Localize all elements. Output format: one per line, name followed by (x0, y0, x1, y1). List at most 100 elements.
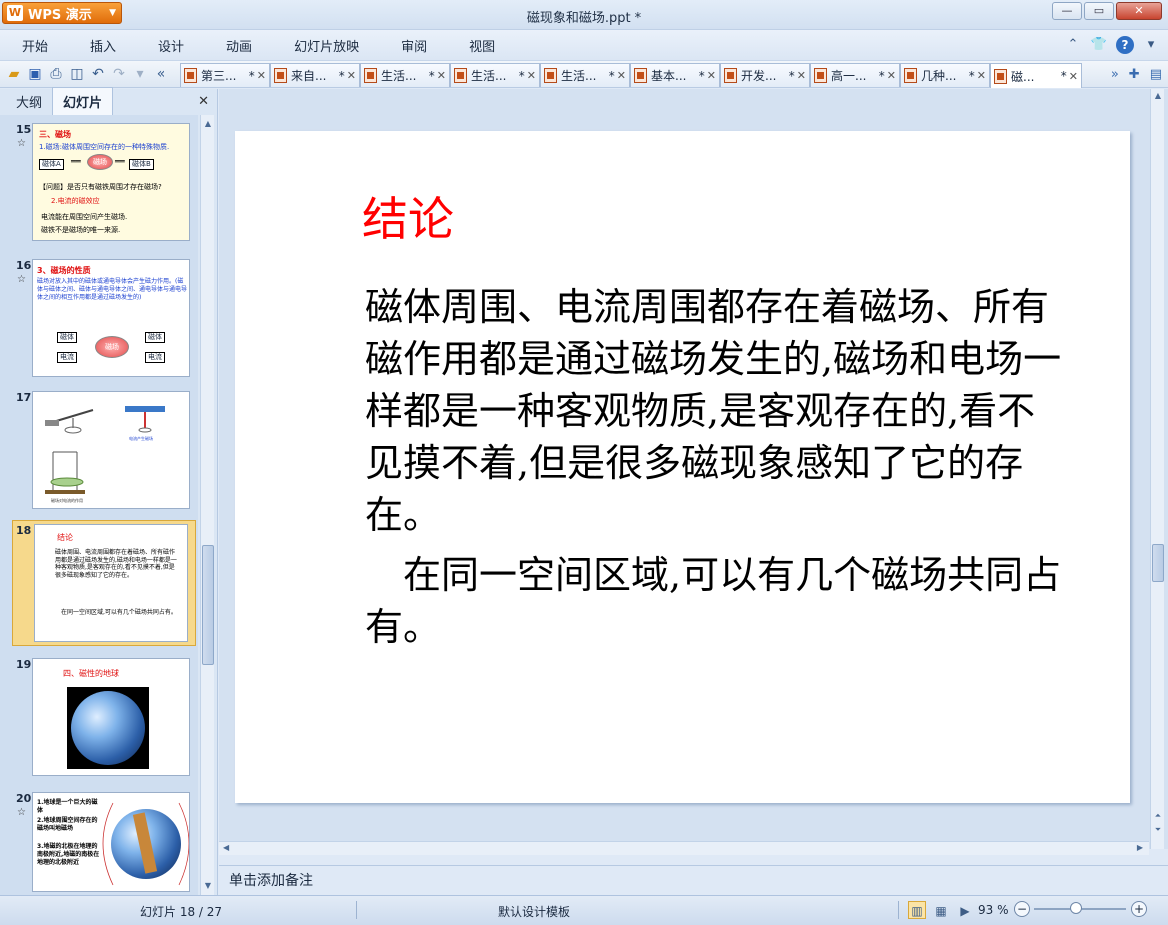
close-tab-icon[interactable]: ✕ (887, 69, 896, 82)
maximize-button[interactable]: ▭ (1084, 2, 1114, 20)
doc-tab[interactable]: 几种... * ✕ (900, 63, 990, 87)
slide-number: 17 (16, 391, 32, 404)
slideshow-view-icon[interactable]: ▶ (956, 901, 974, 919)
slide-paragraph-1: 磁体周围、电流周围都存在着磁场、所有磁作用都是通过磁场发生的,磁场和电场一样都是… (365, 285, 1062, 537)
tab-list-icon[interactable]: ▤ (1150, 67, 1162, 82)
slide-number: 20 (16, 792, 32, 805)
close-tab-icon[interactable]: ✕ (437, 69, 446, 82)
notes-pane[interactable]: 单击添加备注 (219, 865, 1168, 895)
close-tab-icon[interactable]: ✕ (977, 69, 986, 82)
doc-tab[interactable]: 高一... * ✕ (810, 63, 900, 87)
zoom-in-button[interactable]: + (1131, 901, 1147, 917)
status-bar: 幻灯片 18 / 27 默认设计模板 ▥ ▦ ▶ 93 % − + (0, 895, 1168, 925)
doc-tab[interactable]: 开发... * ✕ (720, 63, 810, 87)
thumbnail-list: 15 ☆ 三、磁场 1.磁场:磁体周围空间存在的一种特殊物质. 磁体A ══ 磁… (0, 115, 198, 895)
ppt-file-icon (364, 68, 377, 83)
undo-icon[interactable]: ↶ (90, 65, 106, 83)
menu-home[interactable]: 开始 (0, 36, 69, 55)
print-preview-icon[interactable]: ◫ (69, 65, 85, 83)
slide-editing-area: 结论 磁体周围、电流周围都存在着磁场、所有磁作用都是通过磁场发生的,磁场和电场一… (219, 89, 1168, 855)
scroll-up-icon[interactable]: ▲ (201, 117, 215, 131)
notes-placeholder: 单击添加备注 (229, 873, 313, 889)
open-folder-icon[interactable]: ▰ (6, 65, 22, 83)
editor-horizontal-scrollbar[interactable]: ◀ ▶ (219, 841, 1149, 855)
slide-title[interactable]: 结论 (362, 183, 454, 249)
current-slide[interactable]: 结论 磁体周围、电流周围都存在着磁场、所有磁作用都是通过磁场发生的,磁场和电场一… (235, 131, 1130, 803)
slide-number: 18 (16, 524, 32, 537)
doc-tab[interactable]: 基本... * ✕ (630, 63, 720, 87)
close-tab-icon[interactable]: ✕ (1069, 70, 1078, 83)
slide-number: 15 (16, 123, 32, 136)
menu-animation[interactable]: 动画 (205, 36, 273, 55)
normal-view-icon[interactable]: ▥ (908, 901, 926, 919)
tab-outline[interactable]: 大纲 (6, 88, 52, 115)
scrollbar-thumb[interactable] (1152, 544, 1164, 582)
tabs-scroll-left-icon[interactable]: « (153, 65, 169, 83)
slide-sorter-view-icon[interactable]: ▦ (932, 901, 950, 919)
slides-panel: 大纲 幻灯片 ✕ 15 ☆ 三、磁场 1.磁场:磁体周围空间存在的一种特殊物质.… (0, 87, 218, 895)
slide-number: 19 (16, 658, 32, 671)
slide-body-text[interactable]: 磁体周围、电流周围都存在着磁场、所有磁作用都是通过磁场发生的,磁场和电场一样都是… (365, 281, 1065, 653)
animation-star-icon: ☆ (17, 274, 26, 285)
shirt-skin-icon[interactable]: 👕 (1090, 36, 1108, 54)
ppt-file-icon (274, 68, 287, 83)
doc-tab[interactable]: 生活... * ✕ (540, 63, 630, 87)
save-icon[interactable]: ▣ (27, 65, 43, 83)
ppt-file-icon (454, 68, 467, 83)
ppt-file-icon (994, 68, 1007, 84)
editor-vertical-scrollbar[interactable]: ▲ ⏶ ⏷ (1150, 89, 1164, 849)
document-title: 磁现象和磁场.ppt * (526, 11, 642, 26)
prev-slide-icon[interactable]: ⏶ (1151, 811, 1165, 823)
close-panel-icon[interactable]: ✕ (198, 94, 209, 109)
title-bar: W WPS 演示 ▼ 磁现象和磁场.ppt * — ▭ ✕ (0, 0, 1168, 30)
print-icon[interactable]: ⎙ (48, 65, 64, 83)
close-tab-icon[interactable]: ✕ (527, 69, 536, 82)
experiment-illustration: 电流产生磁场 磁场对电流的作用 (45, 406, 165, 503)
zoom-level: 93 % (978, 903, 1009, 917)
scroll-right-icon[interactable]: ▶ (1137, 843, 1143, 852)
help-icon[interactable]: ? (1116, 36, 1134, 54)
slide-paragraph-2: 在同一空间区域,可以有几个磁场共同占有。 (365, 553, 1062, 649)
quick-toolbar: ▰ ▣ ⎙ ◫ ↶ ↷ ▾ « 第三... * ✕ 来自... * ✕ 生活... … (0, 60, 1168, 88)
doc-tab[interactable]: 生活... * ✕ (450, 63, 540, 87)
doc-tab[interactable]: 第三... * ✕ (180, 63, 270, 87)
menu-insert[interactable]: 插入 (69, 36, 137, 55)
ppt-file-icon (904, 68, 917, 83)
redo-icon[interactable]: ↷ (111, 65, 127, 83)
menu-review[interactable]: 审阅 (380, 36, 448, 55)
close-tab-icon[interactable]: ✕ (707, 69, 716, 82)
tabs-scroll-right-icon[interactable]: » (1111, 67, 1119, 82)
close-window-button[interactable]: ✕ (1116, 2, 1162, 20)
scrollbar-thumb[interactable] (202, 545, 214, 665)
svg-text:电流产生磁场: 电流产生磁场 (129, 435, 153, 441)
close-tab-icon[interactable]: ✕ (617, 69, 626, 82)
menu-slideshow[interactable]: 幻灯片放映 (273, 36, 380, 55)
toolbar-dropdown-icon[interactable]: ▾ (132, 65, 148, 83)
ppt-file-icon (544, 68, 557, 83)
earth-image (71, 691, 145, 765)
document-tabs: 第三... * ✕ 来自... * ✕ 生活... * ✕ 生活... * ✕ 生活..… (180, 63, 1082, 88)
ppt-file-icon (814, 68, 827, 83)
new-tab-icon[interactable]: ✚ (1129, 67, 1140, 82)
menu-design[interactable]: 设计 (137, 36, 205, 55)
slide-counter: 幻灯片 18 / 27 (140, 905, 223, 919)
next-slide-icon[interactable]: ⏷ (1151, 825, 1165, 837)
close-tab-icon[interactable]: ✕ (347, 69, 356, 82)
minimize-button[interactable]: — (1052, 2, 1082, 20)
doc-tab[interactable]: 生活... * ✕ (360, 63, 450, 87)
doc-tab-active[interactable]: 磁... * ✕ (990, 63, 1082, 88)
chevron-down-icon[interactable]: ▾ (1142, 36, 1160, 54)
tab-slides[interactable]: 幻灯片 (52, 87, 114, 115)
zoom-slider-handle[interactable] (1070, 902, 1082, 914)
chevron-up-icon[interactable]: ⌃ (1064, 36, 1082, 54)
scroll-up-icon[interactable]: ▲ (1151, 91, 1165, 103)
scroll-left-icon[interactable]: ◀ (223, 843, 229, 852)
scroll-down-icon[interactable]: ▼ (201, 879, 215, 893)
menu-bar: 开始 插入 设计 动画 幻灯片放映 审阅 视图 ⌃ 👕 ? ▾ (0, 30, 1168, 60)
close-tab-icon[interactable]: ✕ (797, 69, 806, 82)
menu-view[interactable]: 视图 (448, 36, 516, 55)
zoom-out-button[interactable]: − (1014, 901, 1030, 917)
doc-tab[interactable]: 来自... * ✕ (270, 63, 360, 87)
close-tab-icon[interactable]: ✕ (257, 69, 266, 82)
thumbnail-scrollbar[interactable]: ▲ ▼ (200, 115, 214, 895)
